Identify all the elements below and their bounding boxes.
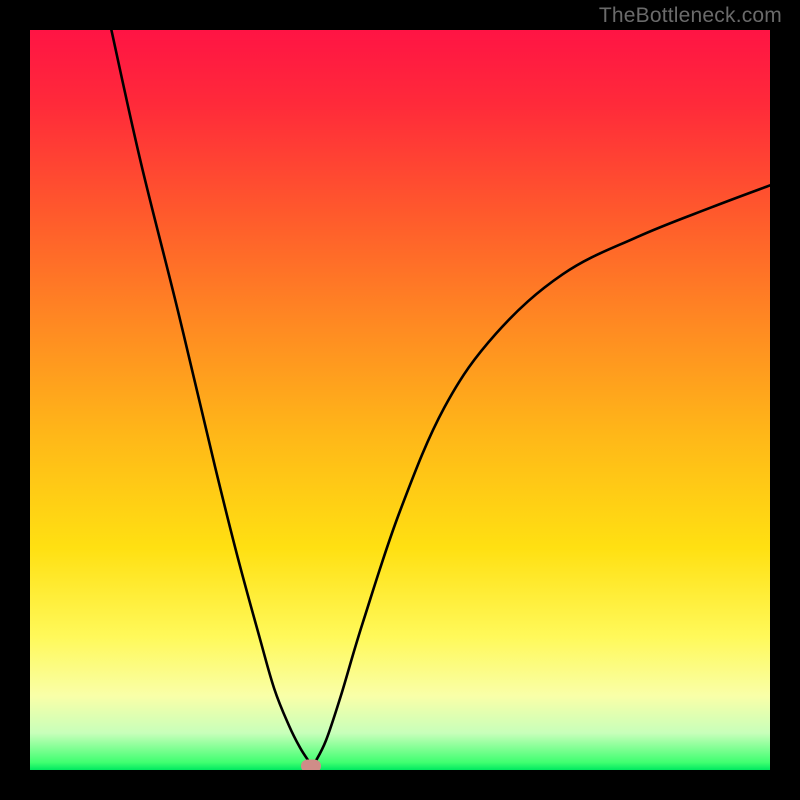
curve-right-branch [315, 185, 770, 762]
watermark-text: TheBottleneck.com [599, 4, 782, 28]
curve-left-branch [111, 30, 309, 763]
plot-area [30, 30, 770, 770]
optimum-marker [301, 760, 321, 770]
bottleneck-curve [30, 30, 770, 770]
chart-frame: TheBottleneck.com [0, 0, 800, 800]
